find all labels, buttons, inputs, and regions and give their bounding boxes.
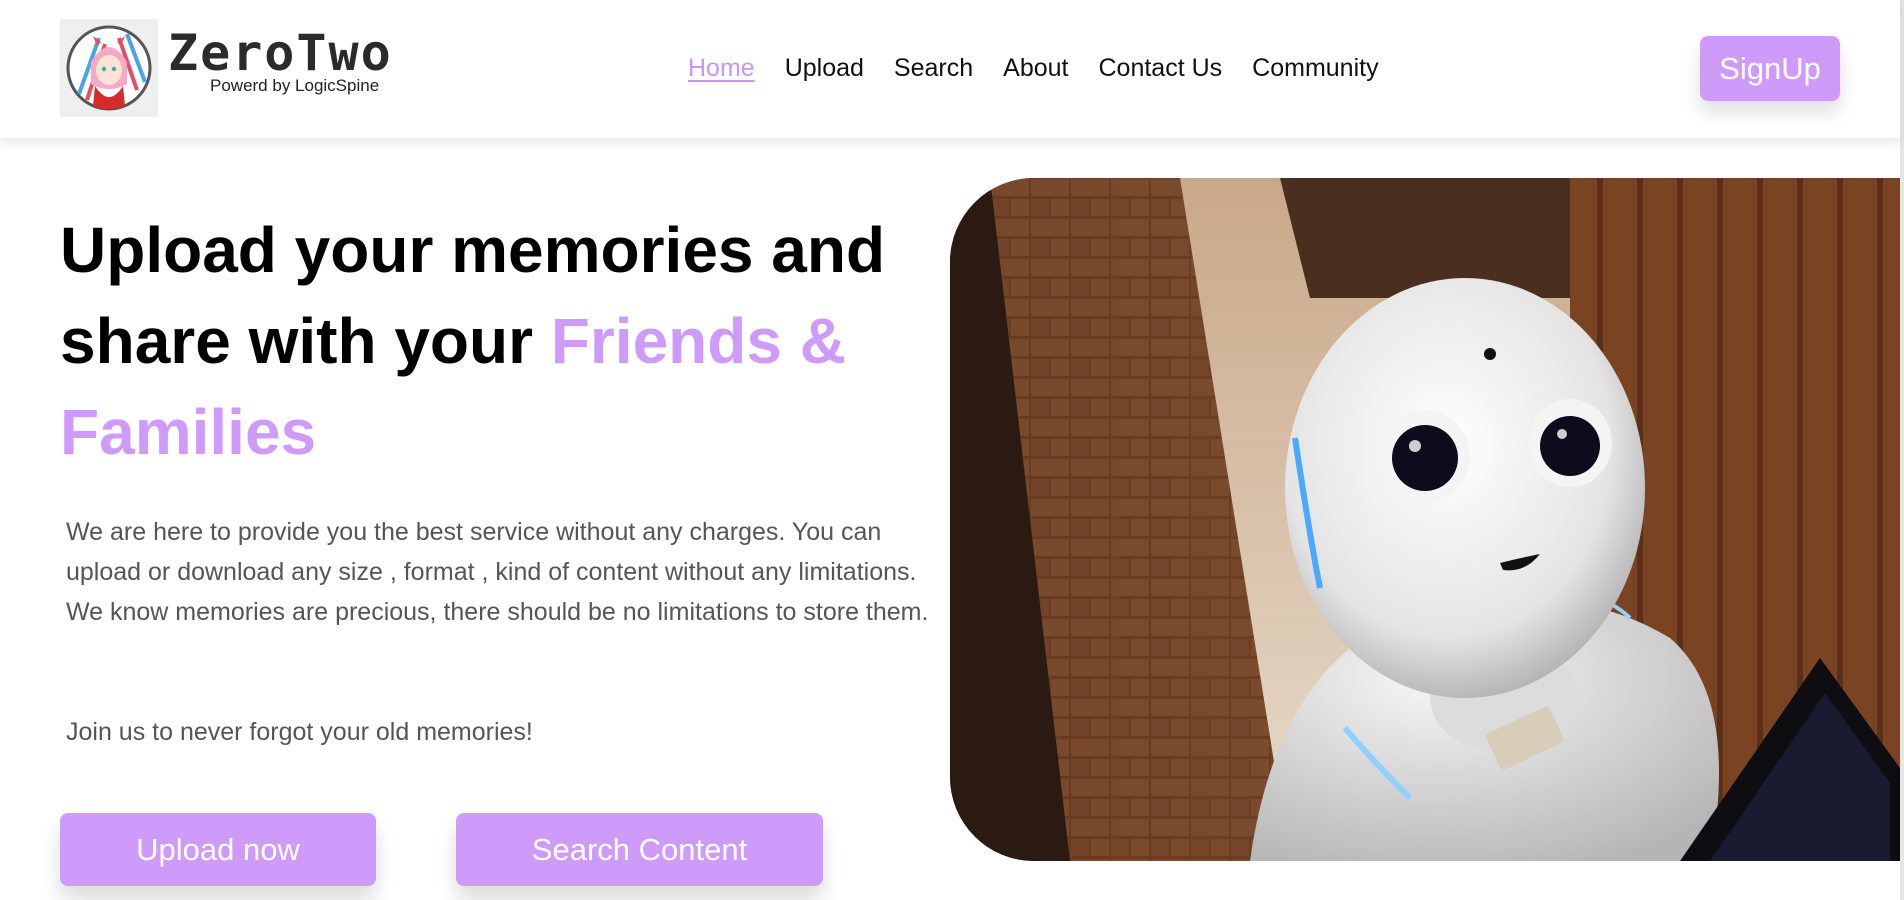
nav-contact-us[interactable]: Contact Us — [1098, 50, 1222, 86]
nav-community[interactable]: Community — [1252, 50, 1378, 86]
anime-avatar-icon — [66, 25, 152, 111]
hero-robot-image — [950, 178, 1900, 861]
site-header: ZeroTwo Powerd by LogicSpine Home Upload… — [0, 0, 1900, 138]
nav-search[interactable]: Search — [894, 50, 973, 86]
nav-home[interactable]: Home — [688, 50, 755, 86]
main-nav: Home Upload Search About Contact Us Comm… — [688, 50, 1379, 86]
hero-description: We are here to provide you the best serv… — [66, 518, 929, 626]
robot-photo-icon — [950, 178, 1900, 861]
brand-tagline: Powerd by LogicSpine — [210, 76, 380, 95]
search-content-button[interactable]: Search Content — [456, 813, 823, 886]
brand-name[interactable]: ZeroTwo — [168, 24, 393, 82]
logo[interactable] — [60, 19, 158, 117]
signup-button[interactable]: SignUp — [1700, 36, 1840, 101]
nav-upload[interactable]: Upload — [785, 50, 864, 86]
upload-now-button[interactable]: Upload now — [60, 813, 376, 886]
hero-title: Upload your memories and share with your… — [60, 205, 940, 478]
nav-about[interactable]: About — [1003, 50, 1068, 86]
page-scrollbar[interactable] — [1900, 0, 1904, 900]
hero-join-text: Join us to never forgot your old memorie… — [66, 718, 533, 746]
